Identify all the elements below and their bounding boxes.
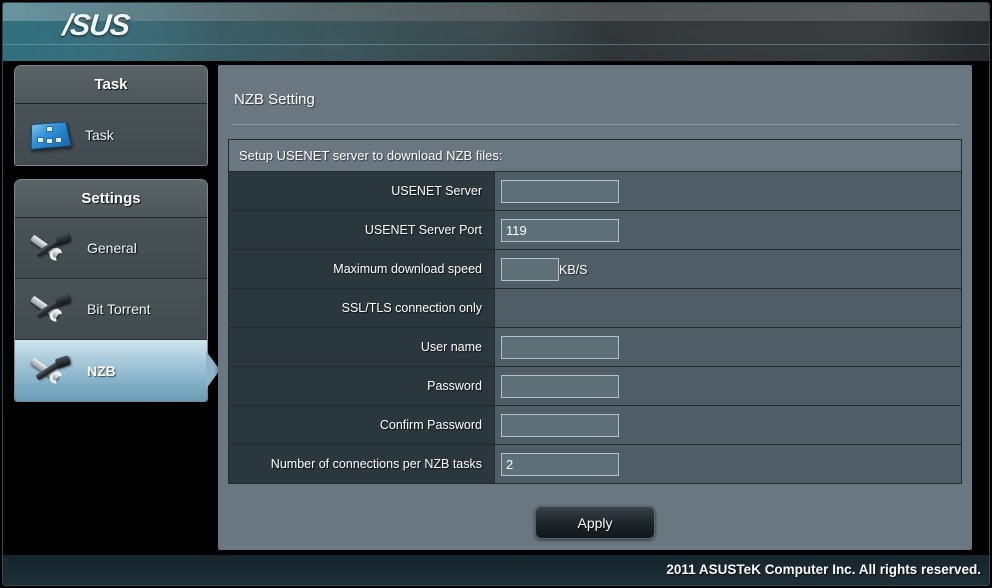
task-grid-icon xyxy=(29,118,73,152)
sidebar-item-general[interactable]: General xyxy=(15,218,207,279)
sidebar-group-task: Task Task xyxy=(14,65,208,166)
table-row: Maximum download speed KB/S xyxy=(228,249,962,289)
table-row: USENET Server Port xyxy=(228,210,962,250)
usenet-server-input[interactable] xyxy=(501,179,619,203)
table-row: USENET Server xyxy=(228,171,962,211)
body-area: Task Task Settings General Bit Torrent N… xyxy=(3,61,989,555)
table-header-label: Setup USENET server to download NZB file… xyxy=(228,139,962,172)
sidebar-item-nzb-label: NZB xyxy=(87,362,116,379)
sidebar-group-settings-title: Settings xyxy=(15,180,207,218)
password-input[interactable] xyxy=(501,374,619,398)
sidebar-item-bit-torrent-label: Bit Torrent xyxy=(87,301,151,317)
user-name-input[interactable] xyxy=(501,335,619,359)
asus-download-master-window: /SUS Task Task Settings General Bit Torr… xyxy=(0,0,992,588)
asus-logo: /SUS xyxy=(61,9,131,42)
row-label-confirm-password: Confirm Password xyxy=(228,405,495,445)
table-row: SSL/TLS connection only xyxy=(228,288,962,328)
sidebar-item-general-label: General xyxy=(87,240,137,256)
header-top-band xyxy=(3,3,989,21)
apply-button[interactable]: Apply xyxy=(535,506,655,539)
sidebar-group-settings: Settings General Bit Torrent NZB xyxy=(14,179,220,402)
row-label-password: Password xyxy=(228,366,495,406)
sidebar-group-task-title: Task xyxy=(15,66,207,104)
sidebar-item-task-label: Task xyxy=(85,126,114,143)
row-label-user-name: User name xyxy=(228,327,495,367)
row-label-ssl-tls-only: SSL/TLS connection only xyxy=(228,288,495,328)
max-download-speed-unit: KB/S xyxy=(559,262,588,277)
title-divider xyxy=(232,124,958,125)
tools-icon xyxy=(29,230,75,266)
table-row: Confirm Password xyxy=(228,405,962,445)
usenet-server-port-input[interactable] xyxy=(501,218,619,242)
row-label-usenet-server: USENET Server xyxy=(228,171,495,211)
row-field-max-download-speed: KB/S xyxy=(494,249,962,289)
page-title: NZB Setting xyxy=(234,91,315,108)
row-field-confirm-password xyxy=(494,405,962,445)
nzb-settings-table: Setup USENET server to download NZB file… xyxy=(228,139,962,484)
row-field-connections-per-task xyxy=(494,444,962,484)
row-field-usenet-server xyxy=(494,171,962,211)
row-field-usenet-server-port xyxy=(494,210,962,250)
sidebar: Task Task Settings General Bit Torrent N… xyxy=(14,65,220,415)
sidebar-item-bit-torrent[interactable]: Bit Torrent xyxy=(15,279,207,340)
table-header-row: Setup USENET server to download NZB file… xyxy=(228,139,962,172)
table-row: Number of connections per NZB tasks xyxy=(228,444,962,484)
connections-per-task-input[interactable] xyxy=(501,452,619,476)
content-panel: NZB Setting Setup USENET server to downl… xyxy=(218,65,972,550)
sidebar-item-nzb[interactable]: NZB xyxy=(15,340,220,401)
row-label-connections-per-task: Number of connections per NZB tasks xyxy=(228,444,495,484)
tools-icon xyxy=(29,291,75,327)
row-label-usenet-server-port: USENET Server Port xyxy=(228,210,495,250)
row-label-max-download-speed: Maximum download speed xyxy=(228,249,495,289)
footer: 2011 ASUSTeK Computer Inc. All rights re… xyxy=(3,555,989,585)
app-header: /SUS xyxy=(3,3,989,61)
nzb-settings-tbody: Setup USENET server to download NZB file… xyxy=(228,139,962,484)
tools-icon xyxy=(29,353,75,389)
row-field-ssl-tls-only[interactable] xyxy=(494,288,962,328)
header-divider xyxy=(3,44,989,45)
table-row: User name xyxy=(228,327,962,367)
max-download-speed-input[interactable] xyxy=(501,257,559,281)
table-row: Password xyxy=(228,366,962,406)
row-field-user-name xyxy=(494,327,962,367)
row-field-password xyxy=(494,366,962,406)
confirm-password-input[interactable] xyxy=(501,413,619,437)
sidebar-item-task[interactable]: Task xyxy=(15,104,207,165)
apply-button-container: Apply xyxy=(218,506,972,539)
copyright-text: 2011 ASUSTeK Computer Inc. All rights re… xyxy=(666,562,981,577)
